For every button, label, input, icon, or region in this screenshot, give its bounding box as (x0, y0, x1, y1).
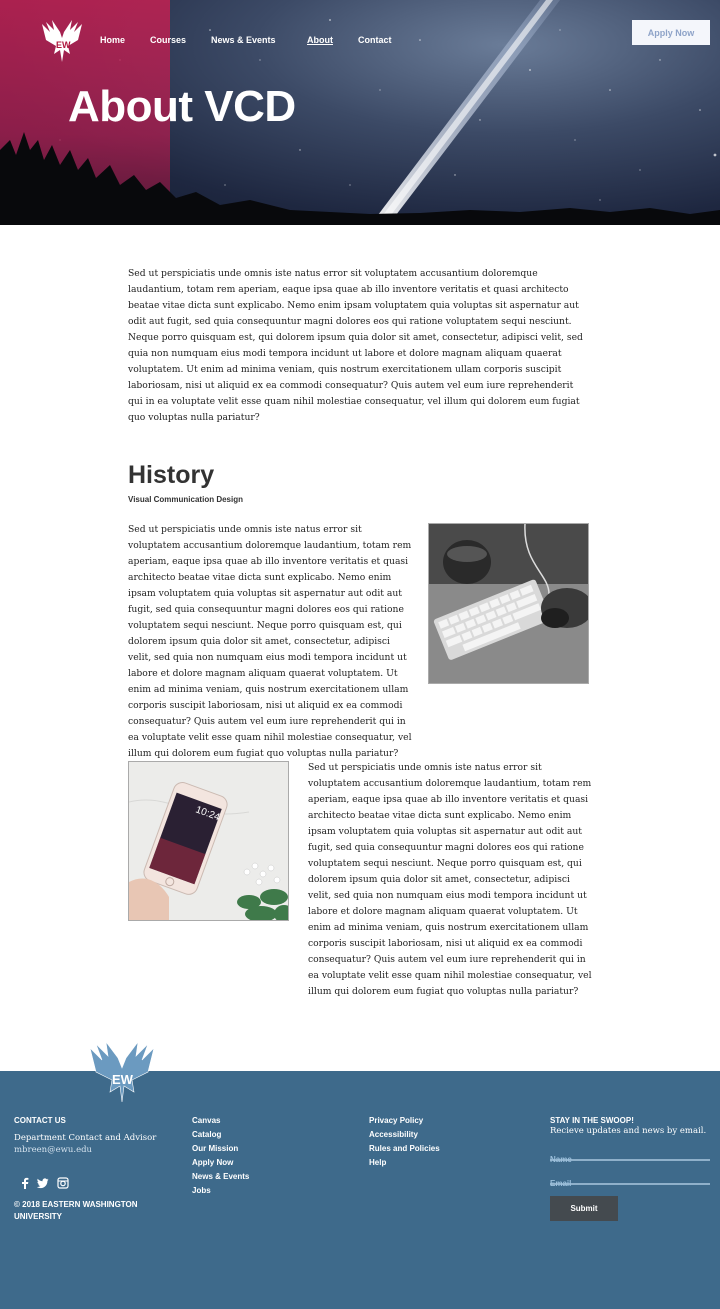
copyright-text: © 2018 EASTERN WASHINGTON UNIVERSITY (14, 1200, 138, 1221)
subscribe-text: Recieve updates and news by email. (550, 1126, 707, 1136)
smartphone-photo: 10:24 (128, 761, 289, 921)
history-subtitle: Visual Communication Design (128, 495, 243, 504)
footer-link-privacy-policy[interactable]: Privacy Policy (369, 1116, 423, 1125)
intro-paragraph: Sed ut perspiciatis unde omnis iste natu… (128, 268, 583, 423)
submit-button[interactable]: Submit (550, 1196, 618, 1221)
apply-now-button[interactable]: Apply Now (632, 20, 710, 45)
nav-news-events[interactable]: News & Events (211, 35, 276, 45)
email-input[interactable] (550, 1177, 710, 1190)
history-heading: History (128, 461, 215, 489)
footer-link-news-events[interactable]: News & Events (192, 1172, 249, 1181)
footer-link-rules-policies[interactable]: Rules and Policies (369, 1144, 440, 1153)
history-paragraph-2: Sed ut perspiciatis unde omnis iste natu… (308, 762, 592, 997)
footer-link-help[interactable]: Help (369, 1158, 386, 1167)
footer-link-accessibility[interactable]: Accessibility (369, 1130, 418, 1139)
history-paragraph-1: Sed ut perspiciatis unde omnis iste natu… (128, 524, 412, 759)
contact-heading: CONTACT US (14, 1116, 66, 1125)
site-footer (0, 1071, 720, 1309)
footer-link-apply-now[interactable]: Apply Now (192, 1158, 233, 1167)
footer-eagle-logo: EW (89, 1041, 155, 1103)
name-input[interactable] (550, 1153, 710, 1166)
facebook-icon[interactable] (19, 1177, 31, 1189)
hero-banner: EW Home Courses News & Events About Cont… (0, 0, 720, 225)
footer-link-jobs[interactable]: Jobs (192, 1186, 211, 1195)
instagram-icon[interactable] (57, 1177, 69, 1189)
footer-link-our-mission[interactable]: Our Mission (192, 1144, 238, 1153)
nav-home[interactable]: Home (100, 35, 125, 45)
footer-link-canvas[interactable]: Canvas (192, 1116, 220, 1125)
svg-text:EW: EW (56, 40, 71, 50)
name-field-wrapper (550, 1147, 710, 1166)
twitter-icon[interactable] (37, 1177, 49, 1189)
ewu-eagle-logo[interactable]: EW (38, 18, 86, 64)
page-title: About VCD (68, 82, 296, 131)
footer-link-catalog[interactable]: Catalog (192, 1130, 221, 1139)
nav-courses[interactable]: Courses (150, 35, 186, 45)
contact-email-link[interactable]: mbreen@ewu.edu (14, 1145, 92, 1155)
svg-text:EW: EW (112, 1072, 134, 1087)
nav-about[interactable]: About (307, 35, 333, 45)
email-field-wrapper (550, 1171, 710, 1190)
keyboard-mouse-photo (428, 523, 589, 684)
contact-line: Department Contact and Advisor (14, 1133, 157, 1143)
subscribe-heading: STAY IN THE SWOOP! (550, 1116, 634, 1125)
nav-contact[interactable]: Contact (358, 35, 392, 45)
